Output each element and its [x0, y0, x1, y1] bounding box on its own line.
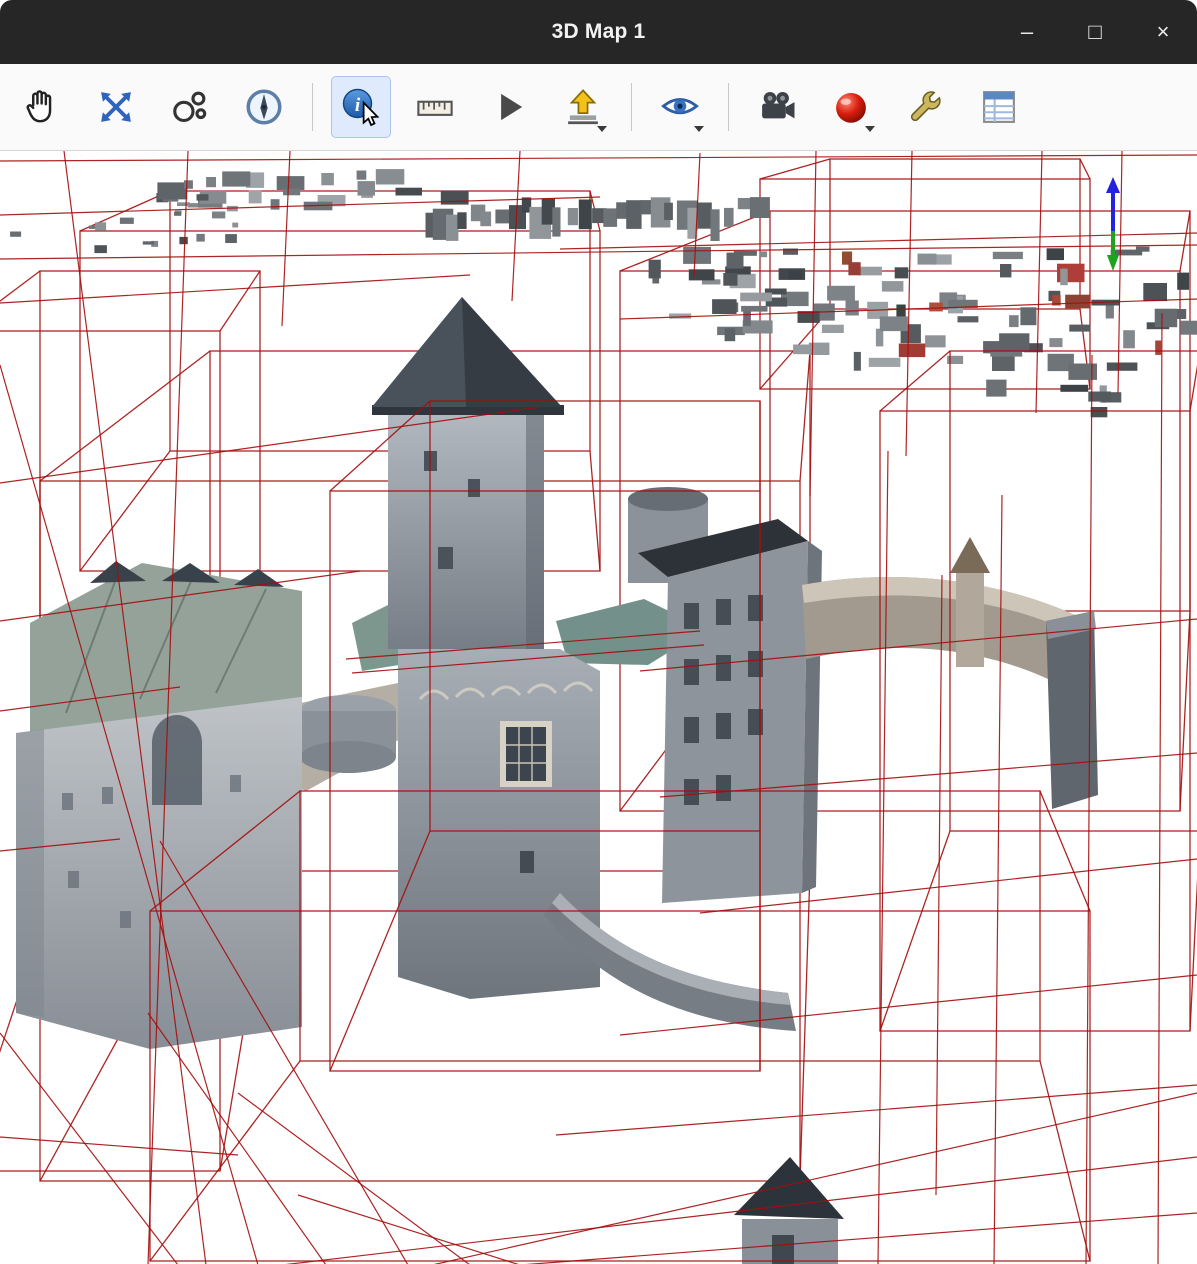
- report-table-icon: [978, 86, 1020, 128]
- play-button[interactable]: [479, 76, 539, 138]
- measure-tool-button[interactable]: [405, 76, 465, 138]
- maximize-button[interactable]: □: [1075, 12, 1115, 52]
- report-button[interactable]: [969, 76, 1029, 138]
- 3d-scene: [0, 151, 1197, 1264]
- render-dropdown-caret[interactable]: [865, 126, 875, 132]
- distant-city-buildings: [10, 169, 1197, 417]
- minimize-button[interactable]: –: [1007, 12, 1047, 52]
- identify-info-cursor-icon: i: [340, 86, 382, 128]
- camera-button[interactable]: [747, 76, 807, 138]
- import-button[interactable]: [553, 76, 613, 138]
- render-sphere-button[interactable]: [821, 76, 881, 138]
- toolbar-separator: [728, 83, 729, 131]
- toolbar-separator: [312, 83, 313, 131]
- toolbar-separator: [631, 83, 632, 131]
- compass-icon: [243, 86, 285, 128]
- eye-icon: [659, 86, 701, 128]
- compass-tool-button[interactable]: [234, 76, 294, 138]
- zoom-extents-button[interactable]: [86, 76, 146, 138]
- identify-tool-button[interactable]: i: [331, 76, 391, 138]
- select-tool-button[interactable]: [160, 76, 220, 138]
- svg-text:i: i: [355, 95, 361, 116]
- ruler-icon: [414, 86, 456, 128]
- app-window: 3D Map 1 – □ ×: [0, 0, 1197, 1264]
- minimize-icon: –: [1021, 21, 1033, 43]
- wrench-icon: [904, 86, 946, 128]
- visibility-button[interactable]: [650, 76, 710, 138]
- play-icon: [488, 86, 530, 128]
- hand-icon: [21, 86, 63, 128]
- video-camera-icon: [756, 86, 798, 128]
- import-dropdown-caret[interactable]: [597, 126, 607, 132]
- window-title: 3D Map 1: [552, 20, 646, 44]
- window-controls: – □ ×: [1007, 0, 1183, 64]
- title-bar[interactable]: 3D Map 1 – □ ×: [0, 0, 1197, 64]
- maximize-icon: □: [1088, 21, 1101, 43]
- pan-tool-button[interactable]: [12, 76, 72, 138]
- 3d-viewport[interactable]: [0, 151, 1197, 1264]
- red-sphere-icon: [830, 86, 872, 128]
- visibility-dropdown-caret[interactable]: [694, 126, 704, 132]
- circles-select-icon: [169, 86, 211, 128]
- tools-button[interactable]: [895, 76, 955, 138]
- zoom-extents-icon: [95, 86, 137, 128]
- close-icon: ×: [1157, 21, 1170, 43]
- axis-gizmo: [1106, 177, 1120, 271]
- main-toolbar: i: [0, 64, 1197, 151]
- import-up-arrow-icon: [562, 86, 604, 128]
- close-button[interactable]: ×: [1143, 12, 1183, 52]
- castle-model: [16, 297, 1098, 1264]
